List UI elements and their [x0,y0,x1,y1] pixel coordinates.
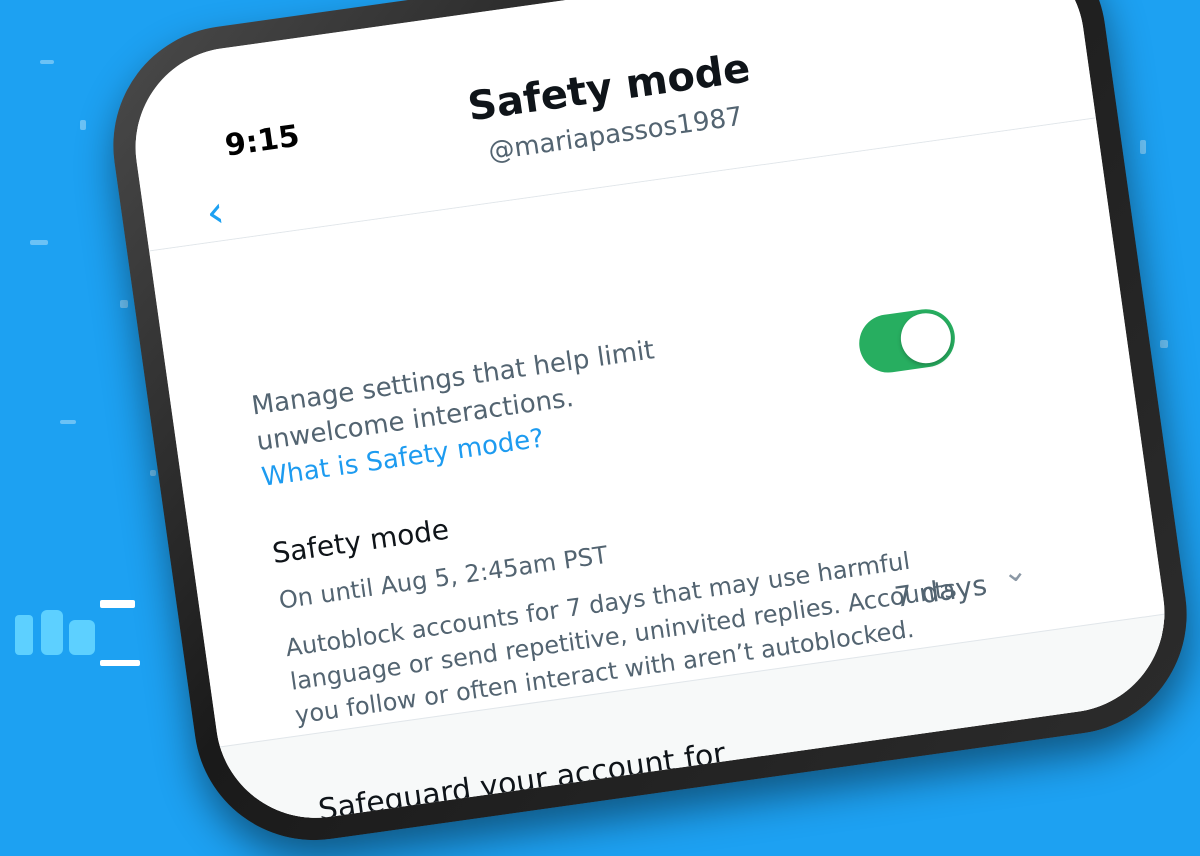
chevron-down-icon[interactable]: ⌄ [1000,553,1030,591]
phone-screen: 9:15 ‹ Safety mode @mariapassos1987 Mana… [122,0,1178,831]
background-speck [30,240,48,245]
watermark-logo [15,600,140,666]
phone: 9:15 ‹ Safety mode @mariapassos1987 Mana… [97,0,1200,856]
toggle-knob [897,309,955,367]
background-speck [40,60,54,64]
watermark-shape [15,615,33,655]
background-speck [1160,340,1168,348]
background-speck [150,470,156,476]
safety-mode-heading: Safety mode [270,512,451,571]
watermark-shape [41,610,63,655]
watermark-shape [100,660,140,666]
safety-mode-toggle[interactable] [855,305,959,377]
background-speck [60,420,76,424]
background-speck [1140,140,1146,154]
background-speck [80,120,86,130]
watermark-shape [100,600,135,608]
watermark-shape [69,620,95,655]
intro-description: Manage settings that help limit unwelcom… [249,311,819,496]
background-speck [120,300,128,308]
